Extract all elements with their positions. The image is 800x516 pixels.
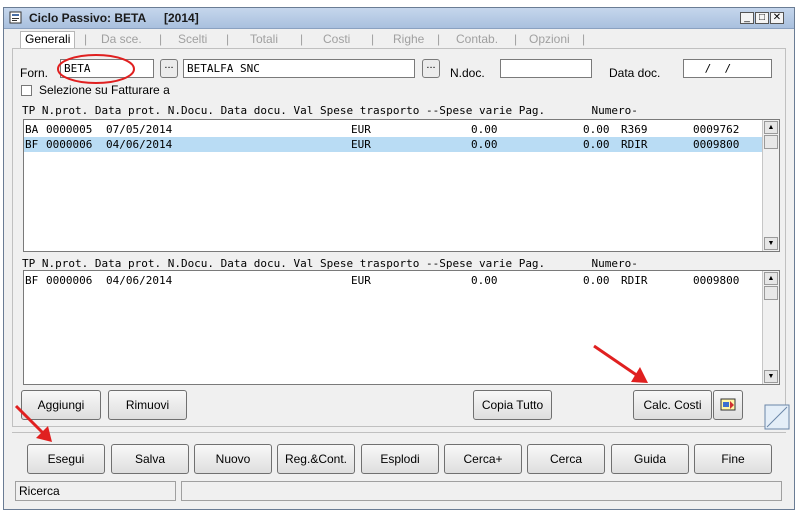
restore-button[interactable]: □	[755, 12, 769, 24]
tab-righe[interactable]: Righe	[393, 32, 424, 46]
tab-totali[interactable]: Totali	[250, 32, 278, 46]
ndoc-input[interactable]	[500, 59, 592, 78]
datadoc-label: Data doc.	[609, 66, 661, 80]
calc-costi-button[interactable]: Calc. Costi	[633, 390, 712, 420]
selezione-checkbox[interactable]	[21, 85, 32, 96]
status-left: Ricerca	[15, 481, 176, 501]
table-row-selected[interactable]: BF 0000006 04/06/2014 EUR 0.00 0.00 RDIR…	[24, 137, 762, 152]
tab-da-sce[interactable]: Da sce.	[101, 32, 142, 46]
tab-contab[interactable]: Contab.	[456, 32, 498, 46]
bottom-table-header: TP N.prot. Data prot. N.Docu. Data docu.…	[22, 257, 638, 270]
tab-generali[interactable]: Generali	[20, 31, 76, 48]
guida-button[interactable]: Guida	[611, 444, 689, 474]
rimuovi-button[interactable]: Rimuovi	[108, 390, 187, 420]
title-bar: Ciclo Passivo: BETA [2014] _ □ ✕	[4, 8, 794, 29]
divider	[12, 432, 786, 433]
cerca-button[interactable]: Cerca	[527, 444, 605, 474]
copia-tutto-button[interactable]: Copia Tutto	[473, 390, 552, 420]
arrow-annotation-esegui	[14, 404, 52, 442]
fine-button[interactable]: Fine	[694, 444, 772, 474]
top-table-header: TP N.prot. Data prot. N.Docu. Data docu.…	[22, 104, 638, 117]
scroll-thumb[interactable]	[764, 135, 778, 149]
esegui-button[interactable]: Esegui	[27, 444, 105, 474]
scroll-up-icon[interactable]: ▲	[764, 272, 778, 285]
tab-scelti[interactable]: Scelti	[178, 32, 207, 46]
top-list-scrollbar[interactable]: ▲ ▼	[762, 120, 779, 251]
esplodi-button[interactable]: Esplodi	[361, 444, 439, 474]
scroll-thumb[interactable]	[764, 286, 778, 300]
main-window: Ciclo Passivo: BETA [2014] _ □ ✕ General…	[3, 7, 795, 510]
ndoc-label: N.doc.	[450, 66, 485, 80]
forn-label: Forn.	[20, 66, 49, 80]
window-title: Ciclo Passivo: BETA	[29, 11, 147, 25]
table-row[interactable]: BF 0000006 04/06/2014 EUR 0.00 0.00 RDIR…	[24, 273, 762, 288]
top-doc-list[interactable]: BA 0000005 07/05/2014 EUR 0.00 0.00 R369…	[23, 119, 780, 252]
scroll-down-icon[interactable]: ▼	[764, 237, 778, 250]
bottom-list-scrollbar[interactable]: ▲ ▼	[762, 271, 779, 384]
close-button[interactable]: ✕	[770, 12, 784, 24]
window-year: [2014]	[164, 11, 199, 25]
table-row[interactable]: BA 0000005 07/05/2014 EUR 0.00 0.00 R369…	[24, 122, 762, 137]
name-lookup-button[interactable]: ...	[422, 59, 440, 78]
minimize-button[interactable]: _	[740, 12, 754, 24]
scroll-down-icon[interactable]: ▼	[764, 370, 778, 383]
circle-annotation	[57, 54, 135, 84]
forn-name-input[interactable]: BETALFA SNC	[183, 59, 415, 78]
scroll-up-icon[interactable]: ▲	[764, 121, 778, 134]
export-button[interactable]	[713, 390, 743, 420]
nuovo-button[interactable]: Nuovo	[194, 444, 272, 474]
salva-button[interactable]: Salva	[111, 444, 189, 474]
tab-opzioni[interactable]: Opzioni	[529, 32, 570, 46]
datadoc-input[interactable]: / /	[683, 59, 772, 78]
status-right	[181, 481, 782, 501]
app-icon	[9, 11, 22, 24]
tab-strip: Generali | Da sce. | Scelti | Totali | C…	[4, 30, 794, 48]
export-icon	[720, 398, 736, 411]
tab-costi[interactable]: Costi	[323, 32, 350, 46]
arrow-annotation-calc-costi	[593, 344, 648, 383]
resize-corner-icon	[764, 404, 790, 430]
reg-cont-button[interactable]: Reg.&Cont.	[277, 444, 355, 474]
forn-lookup-button[interactable]: ...	[160, 59, 178, 78]
bottom-doc-list[interactable]: BF 0000006 04/06/2014 EUR 0.00 0.00 RDIR…	[23, 270, 780, 385]
cerca-plus-button[interactable]: Cerca+	[444, 444, 522, 474]
selezione-label: Selezione su Fatturare a	[39, 83, 170, 97]
